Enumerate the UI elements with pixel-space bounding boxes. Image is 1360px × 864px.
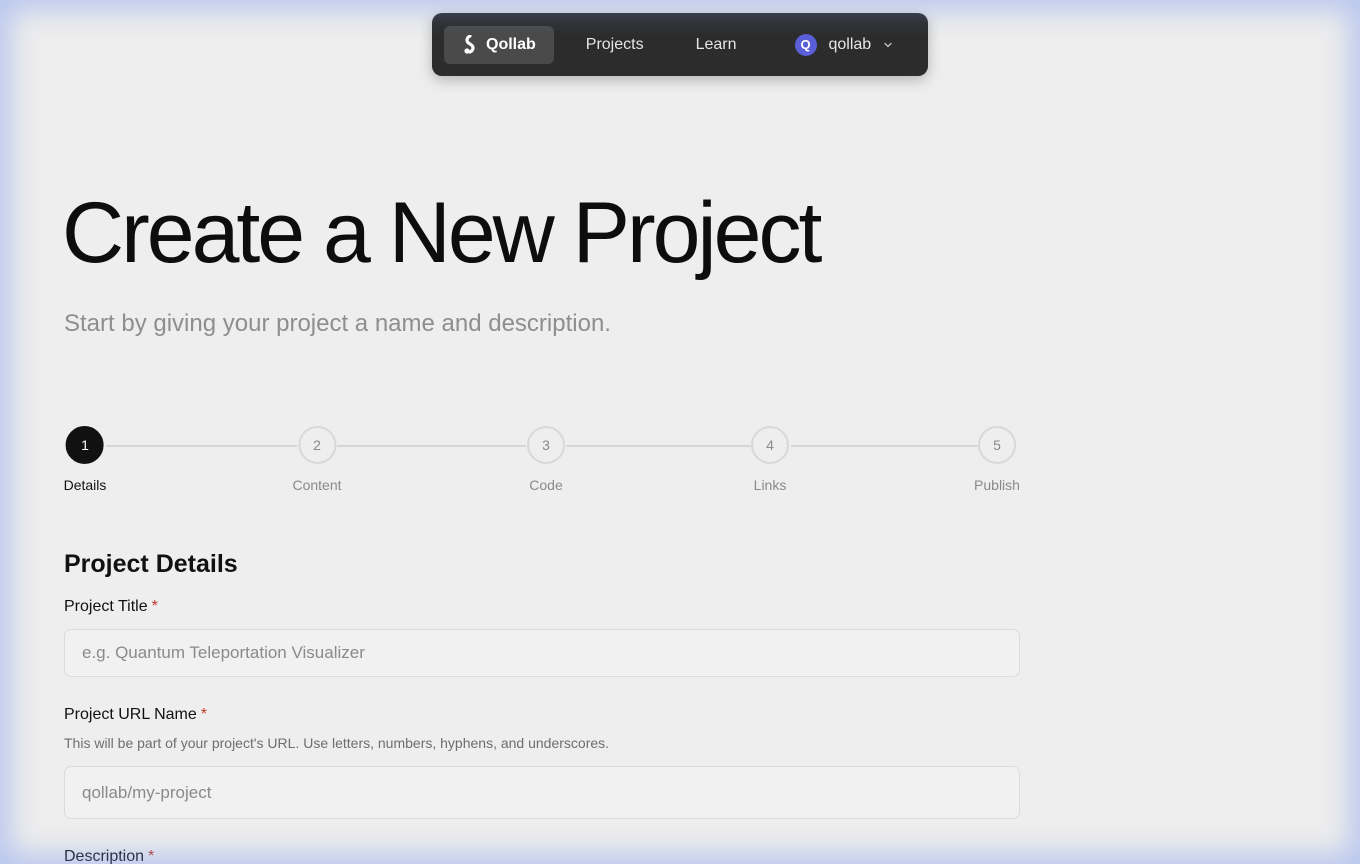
user-menu[interactable]: Q qollab xyxy=(794,33,894,56)
avatar: Q xyxy=(794,33,817,56)
step-content[interactable]: 2 Content xyxy=(292,426,342,493)
step-number: 5 xyxy=(977,426,1016,464)
required-marker: * xyxy=(151,598,158,615)
project-url-label-text: Project URL Name xyxy=(64,706,197,723)
brand-home-button[interactable]: Qollab xyxy=(444,25,554,64)
qollab-logo-icon xyxy=(462,34,478,55)
description-label-text: Description xyxy=(64,848,145,864)
step-details[interactable]: 1 Details xyxy=(63,426,107,493)
nav-learn-link[interactable]: Learn xyxy=(696,36,737,54)
project-url-label: Project URL Name * xyxy=(64,706,207,724)
username-label: qollab xyxy=(828,35,872,53)
stepper-connector xyxy=(106,445,297,447)
page-title: Create a New Project xyxy=(62,185,822,281)
top-navigation: Qollab Projects Learn Q qollab xyxy=(432,13,928,76)
step-label: Code xyxy=(529,477,563,493)
project-title-label: Project Title * xyxy=(64,598,158,616)
project-url-input[interactable] xyxy=(64,766,1020,819)
project-title-input[interactable] xyxy=(64,629,1020,677)
step-label: Content xyxy=(292,477,342,493)
description-label: Description * xyxy=(64,848,154,864)
step-publish[interactable]: 5 Publish xyxy=(974,426,1020,493)
step-code[interactable]: 3 Code xyxy=(527,426,565,493)
step-number: 3 xyxy=(527,426,565,464)
step-links[interactable]: 4 Links xyxy=(751,426,789,493)
project-title-label-text: Project Title xyxy=(64,598,148,615)
chevron-down-icon xyxy=(883,40,893,50)
stepper-connector xyxy=(791,445,978,447)
stepper-connector xyxy=(337,445,526,447)
nav-projects-link[interactable]: Projects xyxy=(586,36,644,54)
step-number: 1 xyxy=(65,426,104,464)
required-marker: * xyxy=(200,706,208,723)
step-label: Links xyxy=(753,477,787,493)
project-url-help-text: This will be part of your project's URL.… xyxy=(64,735,610,751)
step-number: 4 xyxy=(751,426,789,464)
step-label: Details xyxy=(63,477,107,493)
section-title: Project Details xyxy=(64,550,238,578)
required-marker: * xyxy=(148,848,155,864)
stepper-connector xyxy=(566,445,751,447)
step-label: Publish xyxy=(974,477,1020,493)
progress-stepper: 1 Details 2 Content 3 Code 4 Links 5 Pub… xyxy=(64,426,1020,506)
page-subtitle: Start by giving your project a name and … xyxy=(64,310,611,337)
step-number: 2 xyxy=(297,426,336,464)
brand-label: Qollab xyxy=(486,35,536,53)
